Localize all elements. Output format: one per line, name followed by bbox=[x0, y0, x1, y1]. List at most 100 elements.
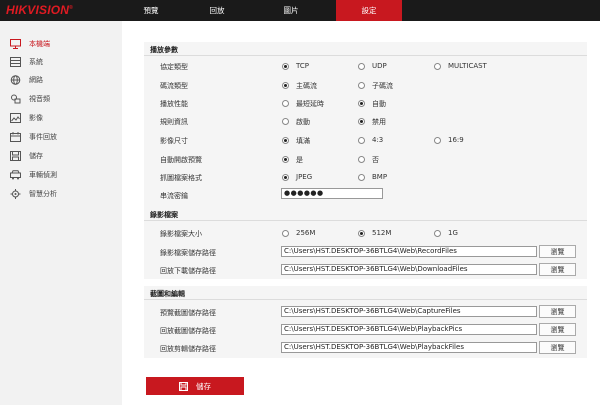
sidebar: 本機端 系統 網路 視音頻 影像 事件回放 儲存 車輛偵測 智慧分析 bbox=[0, 21, 122, 405]
image-size-16-9-label: 16:9 bbox=[448, 136, 464, 144]
record-path-label: 錄影檔案儲存路徑 bbox=[160, 249, 216, 257]
image-size-16-9-radio[interactable] bbox=[434, 137, 441, 144]
vehicle-icon bbox=[10, 170, 21, 180]
rules-disable-radio[interactable] bbox=[358, 118, 365, 125]
playback-clip-path-input[interactable]: C:\Users\HST.DESKTOP-36BTLG4\Web\Playbac… bbox=[281, 342, 537, 353]
stream-main-radio[interactable] bbox=[282, 82, 289, 89]
auto-preview-no-radio[interactable] bbox=[358, 156, 365, 163]
settings-panel: 播放參數 協定類型 TCP UDP MULTICAST 碼流類型 主碼流 子碼流… bbox=[122, 21, 600, 405]
capture-format-bmp-radio[interactable] bbox=[358, 174, 365, 181]
sidebar-item-event-playback[interactable]: 事件回放 bbox=[0, 128, 122, 146]
capture-clip-section: 截圖和編輯 預覽截圖儲存路徑 C:\Users\HST.DESKTOP-36BT… bbox=[144, 286, 587, 358]
performance-label: 播放性能 bbox=[160, 100, 188, 108]
tab-live-view[interactable]: 預覽 bbox=[118, 0, 184, 21]
stream-main-label: 主碼流 bbox=[296, 82, 317, 90]
file-size-256m-label: 256M bbox=[296, 229, 316, 237]
capture-format-label: 抓圖檔案格式 bbox=[160, 174, 202, 182]
preview-capture-browse-button[interactable]: 瀏覽 bbox=[539, 305, 576, 318]
sidebar-item-label: 智慧分析 bbox=[29, 190, 57, 198]
tab-playback[interactable]: 回放 bbox=[184, 0, 250, 21]
playback-capture-browse-button[interactable]: 瀏覽 bbox=[539, 323, 576, 336]
image-size-4-3-radio[interactable] bbox=[358, 137, 365, 144]
stream-password-label: 串流密鑰 bbox=[160, 192, 188, 200]
sidebar-item-label: 影像 bbox=[29, 114, 43, 122]
section-title: 截圖和編輯 bbox=[150, 290, 185, 298]
tab-pictures[interactable]: 圖片 bbox=[258, 0, 324, 21]
sidebar-item-label: 本機端 bbox=[29, 40, 50, 48]
protocol-label: 協定類型 bbox=[160, 63, 188, 71]
sidebar-item-smart-analytics[interactable]: 智慧分析 bbox=[0, 185, 122, 203]
stream-password-input[interactable]: ●●●●●● bbox=[281, 188, 383, 199]
playback-clip-path-label: 回放剪輯儲存路徑 bbox=[160, 345, 216, 353]
image-size-label: 影像尺寸 bbox=[160, 137, 188, 145]
performance-auto-radio[interactable] bbox=[358, 100, 365, 107]
globe-icon bbox=[10, 75, 21, 85]
top-navigation-bar: HIKVISION® 預覽 回放 圖片 設定 bbox=[0, 0, 600, 21]
playback-clip-browse-button[interactable]: 瀏覽 bbox=[539, 341, 576, 354]
playback-capture-path-label: 回放截圖儲存路徑 bbox=[160, 327, 216, 335]
calendar-icon bbox=[10, 132, 21, 142]
image-size-4-3-label: 4:3 bbox=[372, 136, 384, 144]
download-path-input[interactable]: C:\Users\HST.DESKTOP-36BTLG4\Web\Downloa… bbox=[281, 264, 537, 275]
preview-capture-path-label: 預覽截圖儲存路徑 bbox=[160, 309, 216, 317]
divider bbox=[144, 299, 587, 300]
auto-preview-yes-radio[interactable] bbox=[282, 156, 289, 163]
protocol-multicast-radio[interactable] bbox=[434, 63, 441, 70]
save-button-label: 儲存 bbox=[196, 381, 211, 391]
protocol-udp-label: UDP bbox=[372, 62, 387, 70]
save-button[interactable]: 儲存 bbox=[146, 377, 244, 395]
file-size-256m-radio[interactable] bbox=[282, 230, 289, 237]
system-icon bbox=[10, 57, 21, 67]
section-title: 播放參數 bbox=[150, 46, 178, 54]
protocol-tcp-radio[interactable] bbox=[282, 63, 289, 70]
sidebar-item-video-audio[interactable]: 視音頻 bbox=[0, 90, 122, 108]
record-path-input[interactable]: C:\Users\HST.DESKTOP-36BTLG4\Web\RecordF… bbox=[281, 246, 537, 257]
image-size-fill-label: 填滿 bbox=[296, 137, 310, 145]
sidebar-item-network[interactable]: 網路 bbox=[0, 71, 122, 89]
monitor-icon bbox=[10, 39, 21, 49]
stream-sub-radio[interactable] bbox=[358, 82, 365, 89]
capture-format-bmp-label: BMP bbox=[372, 173, 388, 181]
sidebar-item-system[interactable]: 系統 bbox=[0, 53, 122, 71]
sidebar-item-label: 視音頻 bbox=[29, 95, 50, 103]
performance-min-delay-label: 最短延時 bbox=[296, 100, 324, 108]
microphone-icon bbox=[10, 94, 21, 104]
rules-label: 規則資訊 bbox=[160, 118, 188, 126]
file-size-1g-radio[interactable] bbox=[434, 230, 441, 237]
tab-configuration[interactable]: 設定 bbox=[336, 0, 402, 21]
file-size-512m-label: 512M bbox=[372, 229, 392, 237]
preview-capture-path-input[interactable]: C:\Users\HST.DESKTOP-36BTLG4\Web\Capture… bbox=[281, 306, 537, 317]
image-size-fill-radio[interactable] bbox=[282, 137, 289, 144]
playback-params-section: 播放參數 協定類型 TCP UDP MULTICAST 碼流類型 主碼流 子碼流… bbox=[144, 42, 587, 222]
file-size-512m-radio[interactable] bbox=[358, 230, 365, 237]
sidebar-item-storage[interactable]: 儲存 bbox=[0, 147, 122, 165]
sidebar-item-image[interactable]: 影像 bbox=[0, 109, 122, 127]
sidebar-item-label: 事件回放 bbox=[29, 133, 57, 141]
divider bbox=[144, 220, 587, 221]
sidebar-item-local[interactable]: 本機端 bbox=[0, 35, 122, 53]
download-path-browse-button[interactable]: 瀏覽 bbox=[539, 263, 576, 276]
analytics-icon bbox=[10, 189, 21, 199]
protocol-multicast-label: MULTICAST bbox=[448, 62, 487, 70]
stream-type-label: 碼流類型 bbox=[160, 82, 188, 90]
rules-enable-radio[interactable] bbox=[282, 118, 289, 125]
performance-auto-label: 自動 bbox=[372, 100, 386, 108]
capture-format-jpeg-radio[interactable] bbox=[282, 174, 289, 181]
rules-disable-label: 禁用 bbox=[372, 118, 386, 126]
record-files-section: 錄影檔案 錄影檔案大小 256M 512M 1G 錄影檔案儲存路徑 C:\Use… bbox=[144, 207, 587, 279]
save-icon bbox=[179, 381, 188, 391]
file-size-1g-label: 1G bbox=[448, 229, 458, 237]
sidebar-item-label: 車輛偵測 bbox=[29, 171, 57, 179]
sidebar-item-label: 儲存 bbox=[29, 152, 43, 160]
stream-sub-label: 子碼流 bbox=[372, 82, 393, 90]
performance-min-delay-radio[interactable] bbox=[282, 100, 289, 107]
capture-format-jpeg-label: JPEG bbox=[296, 173, 313, 181]
playback-capture-path-input[interactable]: C:\Users\HST.DESKTOP-36BTLG4\Web\Playbac… bbox=[281, 324, 537, 335]
rules-enable-label: 啟動 bbox=[296, 118, 310, 126]
sidebar-item-vehicle-detection[interactable]: 車輛偵測 bbox=[0, 166, 122, 184]
storage-icon bbox=[10, 151, 21, 161]
record-path-browse-button[interactable]: 瀏覽 bbox=[539, 245, 576, 258]
protocol-udp-radio[interactable] bbox=[358, 63, 365, 70]
auto-preview-no-label: 否 bbox=[372, 156, 379, 164]
file-size-label: 錄影檔案大小 bbox=[160, 230, 202, 238]
